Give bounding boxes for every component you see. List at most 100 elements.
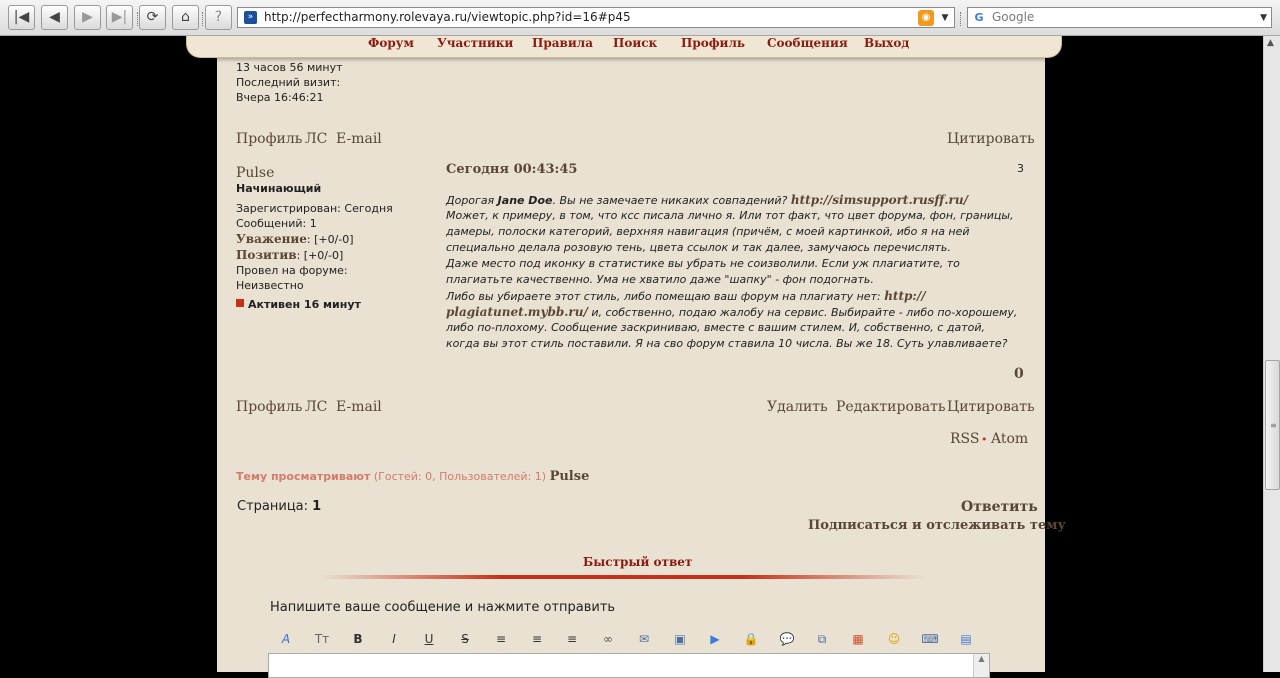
quote-icon[interactable]: 💬 bbox=[778, 631, 796, 647]
video-icon[interactable]: ▶ bbox=[706, 631, 724, 647]
address-bar[interactable]: » http://perfectharmony.rolevaya.ru/view… bbox=[237, 7, 955, 28]
topic-viewers: Тему просматривают (Гостей: 0, Пользоват… bbox=[236, 469, 589, 484]
post-pm-link[interactable]: ЛС bbox=[305, 399, 327, 415]
nav-logout-link[interactable]: Выход bbox=[864, 36, 909, 50]
post-link[interactable]: http://simsupport.rusff.ru/ bbox=[791, 193, 968, 207]
address-url: http://perfectharmony.rolevaya.ru/viewto… bbox=[264, 10, 631, 24]
forward-icon: ▶ bbox=[82, 9, 93, 25]
viewers-counts: (Гостей: 0, Пользователей: 1) bbox=[370, 470, 550, 483]
post-quote-link[interactable]: Цитировать bbox=[947, 399, 1035, 415]
underline-icon[interactable]: U bbox=[420, 631, 438, 647]
quick-reply-divider bbox=[320, 575, 925, 579]
post-author-name[interactable]: Pulse bbox=[236, 165, 274, 181]
reload-icon: ⟳ bbox=[146, 9, 159, 25]
size-icon[interactable]: Tт bbox=[313, 631, 331, 647]
pagination: Страница: 1 bbox=[237, 499, 321, 514]
search-input[interactable]: G Google ▼ bbox=[967, 7, 1272, 28]
scroll-up-icon[interactable]: ▲ bbox=[1267, 38, 1274, 48]
pagination-current: 1 bbox=[312, 499, 322, 514]
code-icon[interactable]: ⧉ bbox=[813, 631, 831, 647]
prev-time-online: 13 часов 56 минут bbox=[236, 61, 343, 74]
feed-separator: • bbox=[981, 433, 988, 446]
info-button[interactable]: ? bbox=[205, 5, 232, 30]
info-icon: ? bbox=[214, 9, 223, 25]
first-icon: |◀ bbox=[13, 9, 30, 25]
prev-profile-link[interactable]: Профиль bbox=[236, 131, 302, 147]
positive-label[interactable]: Позитив bbox=[236, 248, 297, 262]
prev-last-visit-label: Последний визит: bbox=[236, 76, 341, 89]
table-icon[interactable]: ⌨ bbox=[921, 631, 939, 647]
first-page-button[interactable]: |◀ bbox=[8, 5, 35, 30]
post-author-active: Активен 16 минут bbox=[248, 298, 361, 311]
search-dropdown-icon[interactable]: ▼ bbox=[1260, 9, 1267, 28]
align-left-icon[interactable]: ≡ bbox=[492, 631, 510, 647]
post-body-line: Может, к примеру, в том, что ксс писала … bbox=[446, 209, 1014, 222]
prev-email-link[interactable]: E-mail bbox=[336, 131, 382, 147]
last-page-button[interactable]: ▶| bbox=[106, 5, 133, 30]
home-icon: ⌂ bbox=[181, 9, 190, 25]
bold-icon[interactable]: B bbox=[349, 631, 367, 647]
post-link[interactable]: http:// bbox=[884, 289, 925, 303]
upload-icon[interactable]: ▤ bbox=[957, 631, 975, 647]
prev-quote-link[interactable]: Цитировать bbox=[947, 131, 1035, 147]
page-scrollbar[interactable]: ▲ ≡ bbox=[1263, 36, 1280, 672]
strike-icon[interactable]: S bbox=[456, 631, 474, 647]
viewer-user-link[interactable]: Pulse bbox=[550, 469, 590, 484]
rss-link[interactable]: RSS bbox=[950, 431, 979, 447]
align-right-icon[interactable]: ≡ bbox=[563, 631, 581, 647]
nav-rules-link[interactable]: Правила bbox=[532, 36, 593, 50]
google-icon: G bbox=[974, 11, 984, 24]
site-favicon-icon: » bbox=[244, 11, 257, 24]
post-rating[interactable]: 0 bbox=[1014, 366, 1024, 382]
post-link[interactable]: plagiatunet.mybb.ru/ bbox=[446, 305, 588, 319]
nav-messages-link[interactable]: Сообщения bbox=[767, 36, 848, 50]
nav-forum-link[interactable]: Форум bbox=[368, 36, 414, 50]
post-author-registered: Зарегистрирован: Сегодня bbox=[236, 202, 393, 215]
image-icon[interactable]: ▣ bbox=[671, 631, 689, 647]
respect-label[interactable]: Уважение bbox=[236, 232, 307, 246]
post-delete-link[interactable]: Удалить bbox=[767, 399, 828, 415]
smile-icon[interactable]: ☺ bbox=[885, 631, 903, 647]
italic-icon[interactable]: I bbox=[385, 631, 403, 647]
forward-button[interactable]: ▶ bbox=[74, 5, 101, 30]
text-fragment: Либо вы убираете этот стиль, либо помеща… bbox=[446, 290, 885, 303]
text-fragment: . Вы не замечаете никаких совпадений? bbox=[552, 194, 791, 207]
url-dropdown-icon[interactable]: ▼ bbox=[938, 9, 952, 27]
back-button[interactable]: ◀ bbox=[41, 5, 68, 30]
post-author-online-value: Неизвестно bbox=[236, 279, 304, 292]
nav-profile-link[interactable]: Профиль bbox=[681, 36, 745, 50]
post-body-line: Либо вы убираете этот стиль, либо помеща… bbox=[446, 289, 926, 303]
browser-toolbar: |◀ ◀ ▶ ▶| ⟳ ⌂ ? » http://perfectharmony.… bbox=[0, 0, 1280, 36]
scrollbar-thumb[interactable]: ≡ bbox=[1265, 360, 1280, 490]
home-button[interactable]: ⌂ bbox=[172, 5, 199, 30]
reload-button[interactable]: ⟳ bbox=[139, 5, 166, 30]
prev-pm-link[interactable]: ЛС bbox=[305, 131, 327, 147]
reply-link[interactable]: Ответить bbox=[961, 499, 1038, 515]
post-edit-link[interactable]: Редактировать bbox=[836, 399, 945, 415]
font-icon[interactable]: A bbox=[277, 631, 295, 647]
post-number[interactable]: 3 bbox=[1017, 162, 1024, 175]
post-body-line: Дорогая Jane Doe. Вы не замечаете никаки… bbox=[446, 193, 968, 207]
post-profile-link[interactable]: Профиль bbox=[236, 399, 302, 415]
post-author-positive: Позитив: [+0/-0] bbox=[236, 248, 343, 262]
textarea-scroll-up-icon[interactable]: ▲ bbox=[973, 654, 989, 677]
subscribe-link[interactable]: Подписаться и отслеживать тему bbox=[808, 518, 1066, 533]
back-icon: ◀ bbox=[49, 9, 60, 25]
email-icon[interactable]: ✉ bbox=[635, 631, 653, 647]
post-email-link[interactable]: E-mail bbox=[336, 399, 382, 415]
atom-link[interactable]: Atom bbox=[991, 431, 1028, 447]
link-icon[interactable]: ∞ bbox=[599, 631, 617, 647]
text-fragment: Дорогая bbox=[446, 194, 498, 207]
nav-users-link[interactable]: Участники bbox=[437, 36, 513, 50]
online-status-icon bbox=[236, 299, 244, 307]
text-fragment: и, собственно, подаю жалобу на сервис. В… bbox=[587, 306, 1018, 319]
post-date[interactable]: Сегодня 00:43:45 bbox=[446, 162, 577, 177]
pagination-label: Страница: bbox=[237, 499, 313, 514]
hide-icon[interactable]: 🔒 bbox=[742, 631, 760, 647]
align-center-icon[interactable]: ≡ bbox=[528, 631, 546, 647]
post-body-line: специально делала розовую тень, цвета сс… bbox=[446, 241, 951, 254]
rss-feed-icon[interactable]: ◉ bbox=[918, 10, 934, 26]
color-icon[interactable]: ▦ bbox=[849, 631, 867, 647]
message-textarea[interactable]: ▲ bbox=[268, 653, 990, 678]
nav-search-link[interactable]: Поиск bbox=[613, 36, 657, 50]
